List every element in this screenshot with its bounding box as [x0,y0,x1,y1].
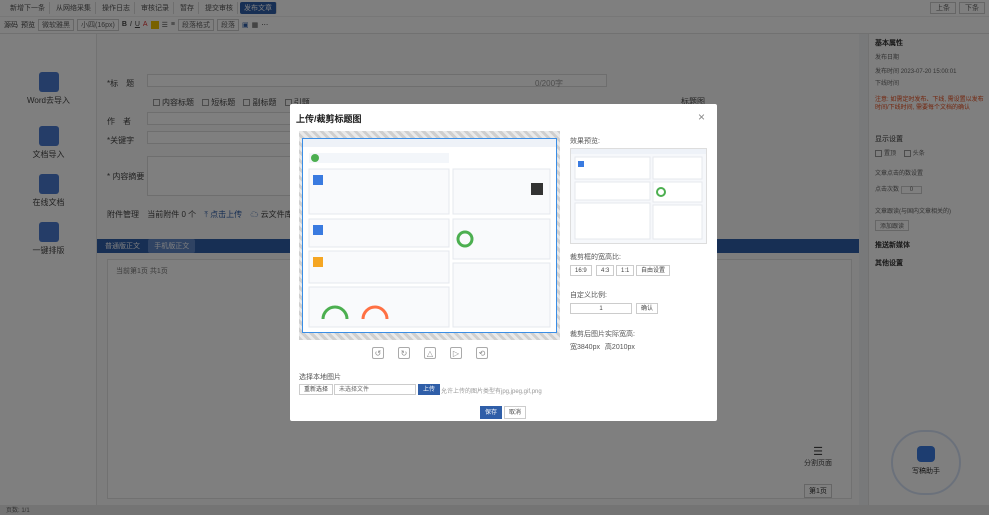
actual-height: 高2010px [604,344,635,351]
ratio-1-1-button[interactable]: 1:1 [616,265,635,276]
screenshot-thumbnail [303,139,556,328]
custom-ratio-label: 自定义比例: [570,292,607,299]
ratio-16-9-button[interactable]: 16:9 [570,265,592,276]
crop-canvas[interactable] [299,131,560,340]
confirm-ratio-button[interactable]: 确认 [636,303,659,314]
custom-ratio-input[interactable]: 1 [570,303,632,314]
crop-tools: ↺ ↻ △ ▷ ⟲ [372,347,488,359]
file-name-field[interactable]: 未选择文件 [334,384,416,395]
cancel-button[interactable]: 取消 [504,406,527,419]
ratio-4-3-button[interactable]: 4:3 [596,265,615,276]
preview-thumbnail [571,149,706,240]
ratio-free-button[interactable]: 自由设置 [636,265,671,276]
actual-size-label: 裁剪后图片实际宽高: [570,331,635,338]
actual-width: 宽3840px [570,344,600,351]
crop-area-image[interactable] [302,138,557,333]
dialog-title: 上传/裁剪标题图 [296,114,362,124]
actual-size-values: 宽3840px 高2010px [570,342,635,352]
preview-label: 效果预览: [570,138,600,145]
ratio-label: 裁剪框的宽高比: [570,254,621,261]
rotate-right-icon[interactable]: ↻ [398,347,410,359]
close-icon[interactable]: × [698,110,705,124]
reset-icon[interactable]: ⟲ [476,347,488,359]
crop-image-dialog: 上传/裁剪标题图 × ↺ ↻ △ ▷ ⟲ 效果预览: 裁剪框的宽高比: 16:9… [290,104,717,421]
upload-button[interactable]: 上传 [418,384,441,395]
flip-vertical-icon[interactable]: △ [424,347,436,359]
rotate-left-icon[interactable]: ↺ [372,347,384,359]
reselect-button[interactable]: 重新选择 [299,384,334,395]
local-image-label: 选择本地图片 [299,374,341,381]
file-type-hint: 允许上传的图片类型有jpg,jpeg,gif,png [441,389,542,395]
save-button[interactable]: 保存 [480,406,503,419]
flip-horizontal-icon[interactable]: ▷ [450,347,462,359]
crop-preview [570,148,707,244]
